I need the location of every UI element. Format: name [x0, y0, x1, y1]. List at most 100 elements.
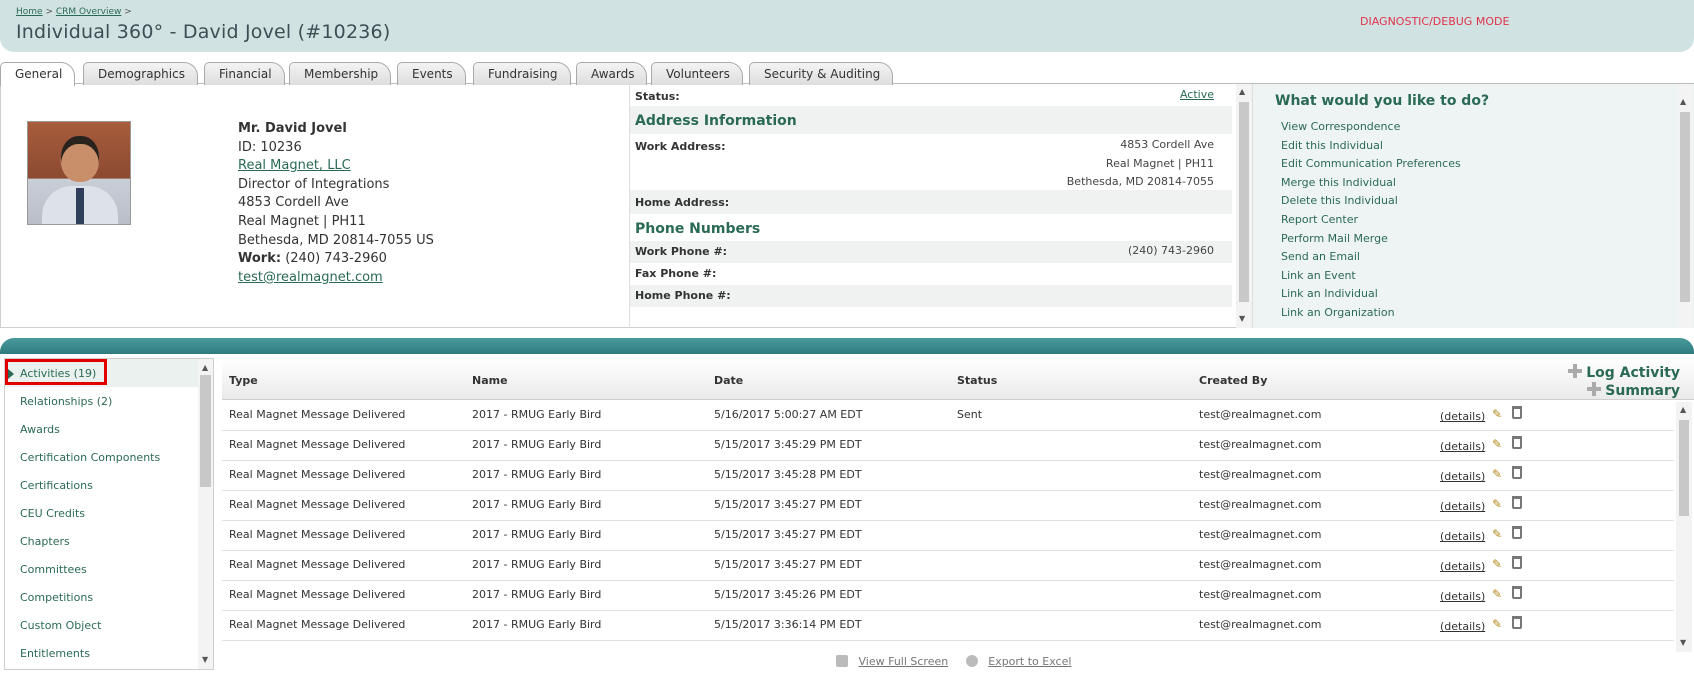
scroll-thumb[interactable] [1239, 102, 1249, 302]
nav-item-entitlements[interactable]: Entitlements [5, 639, 198, 667]
action-merge-individual[interactable]: Merge this Individual [1281, 174, 1461, 193]
tab-membership[interactable]: Membership [289, 62, 392, 85]
nav-item-certification-components[interactable]: Certification Components [5, 443, 198, 471]
summary-button[interactable]: Summary [1540, 382, 1680, 400]
fax-phone-label: Fax Phone #: [635, 267, 717, 280]
delete-trash-icon[interactable] [1512, 406, 1522, 419]
nav-item-chapters[interactable]: Chapters [5, 527, 198, 555]
table-row: Real Magnet Message Delivered 2017 - RMU… [222, 611, 1674, 641]
address-line-2: Real Magnet | PH11 [238, 213, 366, 229]
details-link[interactable]: (details) [1440, 620, 1485, 633]
action-link-event[interactable]: Link an Event [1281, 267, 1461, 286]
column-header-name[interactable]: Name [472, 374, 508, 387]
nav-item-certifications[interactable]: Certifications [5, 471, 198, 499]
breadcrumb: Home > CRM Overview > [16, 7, 132, 17]
action-view-correspondence[interactable]: View Correspondence [1281, 118, 1461, 137]
action-edit-individual[interactable]: Edit this Individual [1281, 137, 1461, 156]
nav-item-relationships[interactable]: Relationships (2) [5, 387, 198, 415]
scroll-down-icon[interactable]: ▼ [202, 655, 208, 664]
delete-trash-icon[interactable] [1512, 556, 1522, 569]
action-link-organization[interactable]: Link an Organization [1281, 304, 1461, 323]
details-link[interactable]: (details) [1440, 530, 1485, 543]
details-link[interactable]: (details) [1440, 500, 1485, 513]
company-link[interactable]: Real Magnet, LLC [238, 158, 351, 173]
delete-trash-icon[interactable] [1512, 616, 1522, 629]
column-header-date[interactable]: Date [714, 374, 743, 387]
nav-item-ceu-credits[interactable]: CEU Credits [5, 499, 198, 527]
scroll-up-icon[interactable]: ▲ [1239, 87, 1245, 96]
grid-scrollbar[interactable]: ▲ ▼ [1676, 402, 1692, 652]
nav-scrollbar[interactable]: ▲ ▼ [198, 359, 213, 669]
nav-item-custom-object[interactable]: Custom Object [5, 611, 198, 639]
scroll-down-icon[interactable]: ▼ [1680, 638, 1686, 647]
address-section-row: Address Information [630, 106, 1232, 134]
action-perform-mail-merge[interactable]: Perform Mail Merge [1281, 230, 1461, 249]
details-link[interactable]: (details) [1440, 590, 1485, 603]
email-link[interactable]: test@realmagnet.com [238, 270, 383, 285]
export-to-excel-link[interactable]: Export to Excel [988, 655, 1071, 668]
tab-volunteers[interactable]: Volunteers [651, 62, 743, 85]
breadcrumb-home-link[interactable]: Home [16, 7, 43, 17]
activities-grid: Type Name Date Status Created By Log Act… [222, 358, 1694, 676]
edit-pencil-icon[interactable]: ✎ [1492, 557, 1504, 571]
edit-pencil-icon[interactable]: ✎ [1492, 617, 1504, 631]
grid-actions: Log Activity Summary [1540, 364, 1680, 400]
edit-pencil-icon[interactable]: ✎ [1492, 587, 1504, 601]
edit-pencil-icon[interactable]: ✎ [1492, 467, 1504, 481]
scroll-up-icon[interactable]: ▲ [202, 363, 208, 372]
tab-demographics[interactable]: Demographics [83, 62, 198, 85]
contact-id: ID: 10236 [238, 139, 302, 155]
delete-trash-icon[interactable] [1512, 496, 1522, 509]
delete-trash-icon[interactable] [1512, 526, 1522, 539]
details-scrollbar[interactable]: ▲ ▼ [1236, 84, 1252, 328]
scroll-thumb[interactable] [1680, 112, 1690, 302]
details-link[interactable]: (details) [1440, 470, 1485, 483]
edit-pencil-icon[interactable]: ✎ [1492, 407, 1504, 421]
tab-financial[interactable]: Financial [204, 62, 285, 85]
scroll-thumb[interactable] [200, 375, 211, 487]
action-send-email[interactable]: Send an Email [1281, 248, 1461, 267]
actions-scrollbar[interactable]: ▲ [1677, 84, 1693, 328]
delete-trash-icon[interactable] [1512, 466, 1522, 479]
details-link[interactable]: (details) [1440, 440, 1485, 453]
column-header-created-by[interactable]: Created By [1199, 374, 1267, 387]
full-screen-icon [836, 655, 848, 667]
status-label: Status: [635, 90, 680, 103]
action-link-individual[interactable]: Link an Individual [1281, 285, 1461, 304]
tab-general[interactable]: General [0, 62, 76, 86]
action-report-center[interactable]: Report Center [1281, 211, 1461, 230]
nav-item-committees[interactable]: Committees [5, 555, 198, 583]
grid-footer: View Full Screen Export to Excel [836, 655, 1085, 668]
table-row: Real Magnet Message Delivered 2017 - RMU… [222, 431, 1674, 461]
view-full-screen-link[interactable]: View Full Screen [859, 655, 949, 668]
home-address-row: Home Address: [630, 190, 1232, 214]
tab-fundraising[interactable]: Fundraising [473, 62, 571, 85]
details-link[interactable]: (details) [1440, 560, 1485, 573]
edit-pencil-icon[interactable]: ✎ [1492, 527, 1504, 541]
edit-pencil-icon[interactable]: ✎ [1492, 437, 1504, 451]
tab-events[interactable]: Events [397, 62, 466, 85]
scroll-thumb[interactable] [1679, 420, 1689, 516]
details-link[interactable]: (details) [1440, 410, 1485, 423]
edit-pencil-icon[interactable]: ✎ [1492, 497, 1504, 511]
debug-mode-label: DIAGNOSTIC/DEBUG MODE [1360, 15, 1510, 28]
action-edit-communication-preferences[interactable]: Edit Communication Preferences [1281, 155, 1461, 174]
log-activity-button[interactable]: Log Activity [1540, 364, 1680, 382]
delete-trash-icon[interactable] [1512, 586, 1522, 599]
nav-item-competitions[interactable]: Competitions [5, 583, 198, 611]
scroll-up-icon[interactable]: ▲ [1680, 97, 1686, 106]
scroll-up-icon[interactable]: ▲ [1680, 405, 1686, 414]
address-city: Bethesda, MD 20814-7055 US [238, 232, 434, 248]
column-header-type[interactable]: Type [229, 374, 258, 387]
action-delete-individual[interactable]: Delete this Individual [1281, 192, 1461, 211]
breadcrumb-crm-link[interactable]: CRM Overview [56, 7, 122, 17]
column-header-status[interactable]: Status [957, 374, 997, 387]
profile-photo [27, 121, 131, 225]
scroll-down-icon[interactable]: ▼ [1239, 314, 1245, 323]
status-link[interactable]: Active [1180, 86, 1214, 105]
nav-item-awards[interactable]: Awards [5, 415, 198, 443]
delete-trash-icon[interactable] [1512, 436, 1522, 449]
table-row: Real Magnet Message Delivered 2017 - RMU… [222, 551, 1674, 581]
tab-awards[interactable]: Awards [576, 62, 648, 85]
tab-security-auditing[interactable]: Security & Auditing [749, 62, 894, 85]
